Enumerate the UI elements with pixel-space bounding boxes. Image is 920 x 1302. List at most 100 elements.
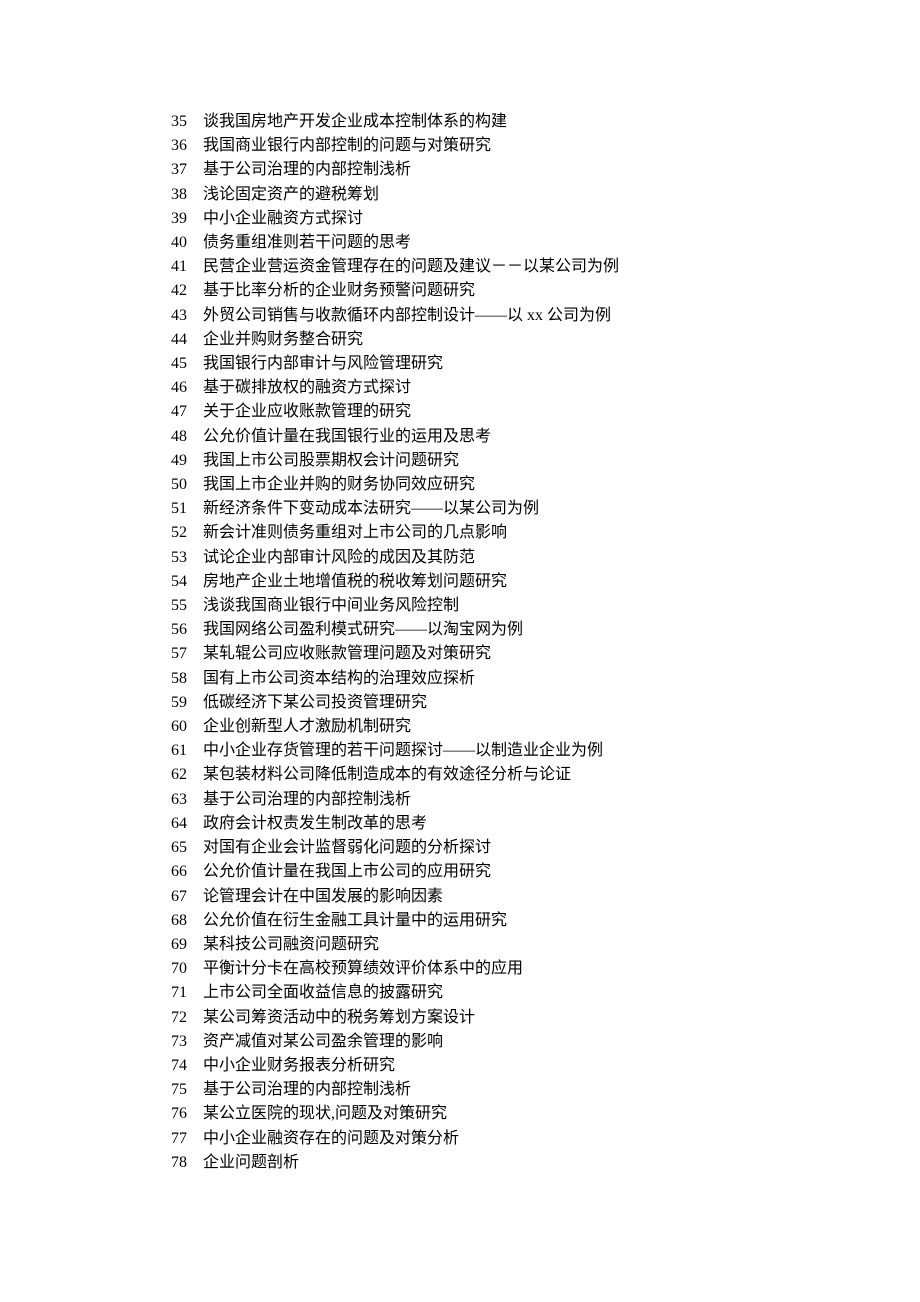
- item-number: 53: [155, 546, 187, 570]
- item-number: 55: [155, 594, 187, 618]
- item-number: 47: [155, 400, 187, 424]
- item-title: 企业问题剖析: [187, 1151, 299, 1175]
- item-title: 企业创新型人才激励机制研究: [187, 715, 411, 739]
- item-title: 论管理会计在中国发展的影响因素: [187, 885, 443, 909]
- list-item: 77中小企业融资存在的问题及对策分析: [155, 1127, 920, 1151]
- item-number: 66: [155, 860, 187, 884]
- item-number: 51: [155, 497, 187, 521]
- list-item: 55浅谈我国商业银行中间业务风险控制: [155, 594, 920, 618]
- list-item: 64政府会计权责发生制改革的思考: [155, 812, 920, 836]
- item-number: 49: [155, 449, 187, 473]
- list-item: 67论管理会计在中国发展的影响因素: [155, 885, 920, 909]
- item-number: 72: [155, 1006, 187, 1030]
- item-title: 民营企业营运资金管理存在的问题及建议－－以某公司为例: [187, 255, 619, 279]
- list-item: 45我国银行内部审计与风险管理研究: [155, 352, 920, 376]
- item-number: 39: [155, 207, 187, 231]
- item-number: 62: [155, 763, 187, 787]
- item-number: 42: [155, 279, 187, 303]
- item-title: 某轧辊公司应收账款管理问题及对策研究: [187, 642, 491, 666]
- item-title: 我国上市企业并购的财务协同效应研究: [187, 473, 475, 497]
- list-item: 75基于公司治理的内部控制浅析: [155, 1078, 920, 1102]
- item-title: 我国银行内部审计与风险管理研究: [187, 352, 443, 376]
- item-title: 基于公司治理的内部控制浅析: [187, 158, 411, 182]
- item-title: 企业并购财务整合研究: [187, 328, 363, 352]
- list-item: 78企业问题剖析: [155, 1151, 920, 1175]
- item-title: 中小企业财务报表分析研究: [187, 1054, 395, 1078]
- item-number: 50: [155, 473, 187, 497]
- item-title: 低碳经济下某公司投资管理研究: [187, 691, 427, 715]
- item-number: 63: [155, 788, 187, 812]
- item-number: 46: [155, 376, 187, 400]
- item-title: 中小企业融资存在的问题及对策分析: [187, 1127, 459, 1151]
- item-number: 41: [155, 255, 187, 279]
- item-title: 谈我国房地产开发企业成本控制体系的构建: [187, 110, 507, 134]
- item-number: 67: [155, 885, 187, 909]
- item-number: 56: [155, 618, 187, 642]
- item-number: 36: [155, 134, 187, 158]
- list-item: 69某科技公司融资问题研究: [155, 933, 920, 957]
- list-item: 42基于比率分析的企业财务预警问题研究: [155, 279, 920, 303]
- list-item: 44企业并购财务整合研究: [155, 328, 920, 352]
- item-title: 基于公司治理的内部控制浅析: [187, 788, 411, 812]
- item-number: 71: [155, 981, 187, 1005]
- item-number: 64: [155, 812, 187, 836]
- list-item: 48公允价值计量在我国银行业的运用及思考: [155, 425, 920, 449]
- item-number: 75: [155, 1078, 187, 1102]
- item-number: 45: [155, 352, 187, 376]
- list-item: 70平衡计分卡在高校预算绩效评价体系中的应用: [155, 957, 920, 981]
- item-title: 中小企业融资方式探讨: [187, 207, 363, 231]
- list-item: 35谈我国房地产开发企业成本控制体系的构建: [155, 110, 920, 134]
- item-title: 平衡计分卡在高校预算绩效评价体系中的应用: [187, 957, 523, 981]
- item-title: 某公司筹资活动中的税务筹划方案设计: [187, 1006, 475, 1030]
- item-title: 公允价值计量在我国上市公司的应用研究: [187, 860, 491, 884]
- list-item: 52新会计准则债务重组对上市公司的几点影响: [155, 521, 920, 545]
- item-title: 我国网络公司盈利模式研究——以淘宝网为例: [187, 618, 523, 642]
- item-title: 关于企业应收账款管理的研究: [187, 400, 411, 424]
- item-title: 国有上市公司资本结构的治理效应探析: [187, 667, 475, 691]
- item-title: 政府会计权责发生制改革的思考: [187, 812, 427, 836]
- item-number: 57: [155, 642, 187, 666]
- item-title: 浅论固定资产的避税筹划: [187, 183, 379, 207]
- list-item: 74中小企业财务报表分析研究: [155, 1054, 920, 1078]
- item-number: 38: [155, 183, 187, 207]
- item-number: 77: [155, 1127, 187, 1151]
- item-title: 资产减值对某公司盈余管理的影响: [187, 1030, 443, 1054]
- item-title: 债务重组准则若干问题的思考: [187, 231, 411, 255]
- item-title: 某科技公司融资问题研究: [187, 933, 379, 957]
- list-item: 38浅论固定资产的避税筹划: [155, 183, 920, 207]
- item-title: 试论企业内部审计风险的成因及其防范: [187, 546, 475, 570]
- list-item: 72某公司筹资活动中的税务筹划方案设计: [155, 1006, 920, 1030]
- list-item: 47关于企业应收账款管理的研究: [155, 400, 920, 424]
- list-item: 66公允价值计量在我国上市公司的应用研究: [155, 860, 920, 884]
- list-item: 37基于公司治理的内部控制浅析: [155, 158, 920, 182]
- item-title: 上市公司全面收益信息的披露研究: [187, 981, 443, 1005]
- item-number: 65: [155, 836, 187, 860]
- item-title: 外贸公司销售与收款循环内部控制设计——以 xx 公司为例: [187, 304, 611, 328]
- list-item: 60企业创新型人才激励机制研究: [155, 715, 920, 739]
- list-item: 53试论企业内部审计风险的成因及其防范: [155, 546, 920, 570]
- item-title: 公允价值在衍生金融工具计量中的运用研究: [187, 909, 507, 933]
- item-number: 40: [155, 231, 187, 255]
- list-item: 61中小企业存货管理的若干问题探讨——以制造业企业为例: [155, 739, 920, 763]
- item-number: 48: [155, 425, 187, 449]
- item-number: 52: [155, 521, 187, 545]
- item-number: 73: [155, 1030, 187, 1054]
- item-title: 新会计准则债务重组对上市公司的几点影响: [187, 521, 507, 545]
- item-number: 43: [155, 304, 187, 328]
- list-item: 51新经济条件下变动成本法研究——以某公司为例: [155, 497, 920, 521]
- list-item: 56我国网络公司盈利模式研究——以淘宝网为例: [155, 618, 920, 642]
- item-number: 61: [155, 739, 187, 763]
- item-number: 78: [155, 1151, 187, 1175]
- list-item: 40债务重组准则若干问题的思考: [155, 231, 920, 255]
- list-item: 50我国上市企业并购的财务协同效应研究: [155, 473, 920, 497]
- list-item: 63基于公司治理的内部控制浅析: [155, 788, 920, 812]
- item-title: 某包装材料公司降低制造成本的有效途径分析与论证: [187, 763, 571, 787]
- list-item: 62某包装材料公司降低制造成本的有效途径分析与论证: [155, 763, 920, 787]
- list-item: 49我国上市公司股票期权会计问题研究: [155, 449, 920, 473]
- item-number: 68: [155, 909, 187, 933]
- list-item: 76某公立医院的现状,问题及对策研究: [155, 1102, 920, 1126]
- list-item: 36我国商业银行内部控制的问题与对策研究: [155, 134, 920, 158]
- item-number: 69: [155, 933, 187, 957]
- item-number: 59: [155, 691, 187, 715]
- item-title: 某公立医院的现状,问题及对策研究: [187, 1102, 447, 1126]
